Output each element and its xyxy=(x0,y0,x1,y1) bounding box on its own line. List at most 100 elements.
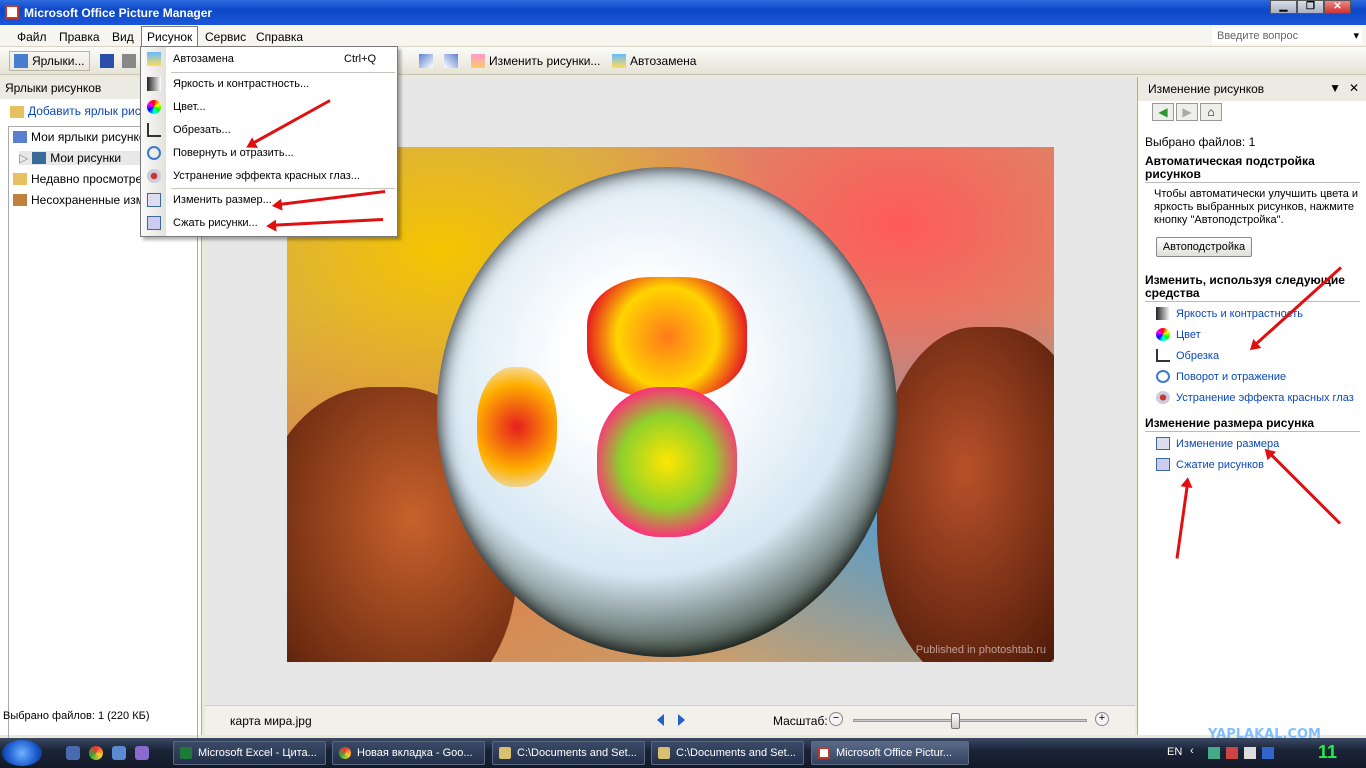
pictures-folder-icon xyxy=(32,152,47,164)
save-icon xyxy=(100,54,114,68)
menu-file[interactable]: Файл xyxy=(17,30,47,44)
menu-bar: Файл Правка Вид Рисунок Сервис Справка В… xyxy=(0,25,1366,47)
home-icon[interactable]: ⌂ xyxy=(1200,103,1222,121)
crystal-globe xyxy=(437,167,897,657)
expand-icon: ▷ xyxy=(19,151,29,165)
quicklaunch-icon[interactable] xyxy=(135,746,149,760)
link-label: Сжатие рисунков xyxy=(1176,458,1265,471)
menu-item-color[interactable]: Цвет... xyxy=(141,96,397,119)
tree-item-my-pictures[interactable]: ▷ Мои рисунки xyxy=(19,151,152,165)
menu-item-autocorrect[interactable]: Автозамена Ctrl+Q xyxy=(141,48,397,71)
unsaved-folder-icon xyxy=(13,194,27,206)
auto-adjust-description: Чтобы автоматически улучшить цвета и ярк… xyxy=(1154,188,1359,226)
panel-close-icon[interactable]: ✕ xyxy=(1349,81,1359,95)
maximize-button[interactable]: ❐ xyxy=(1297,0,1324,14)
flag-icon[interactable] xyxy=(1262,747,1274,759)
menu-item-label: Устранение эффекта красных глаз... xyxy=(173,170,360,182)
minimize-button[interactable]: ▁ xyxy=(1270,0,1297,14)
shortcuts-folder-icon xyxy=(13,131,27,143)
link-red-eye[interactable]: Устранение эффекта красных глаз xyxy=(1156,391,1354,404)
picture-image[interactable]: Published in photoshtab.ru xyxy=(287,147,1054,662)
print-icon xyxy=(122,54,136,68)
link-color[interactable]: Цвет xyxy=(1156,328,1201,341)
menu-picture[interactable]: Рисунок xyxy=(141,26,199,47)
link-rotate[interactable]: Поворот и отражение xyxy=(1156,370,1286,383)
panel-menu-icon[interactable]: ▼ xyxy=(1329,81,1341,95)
menu-item-rotate[interactable]: Повернуть и отразить... xyxy=(141,142,397,165)
task-folder-2[interactable]: C:\Documents and Set... xyxy=(651,741,804,765)
hand-right xyxy=(877,327,1054,662)
language-indicator[interactable]: EN xyxy=(1167,746,1182,758)
tray-expand-icon[interactable]: ‹ xyxy=(1190,745,1194,757)
resize-icon xyxy=(1156,437,1170,450)
rotate-right-button[interactable] xyxy=(440,51,462,71)
menu-item-label: Цвет... xyxy=(173,101,206,113)
tray-icon[interactable] xyxy=(1226,747,1238,759)
menu-item-label: Повернуть и отразить... xyxy=(173,147,294,159)
tree-item-my-shortcuts[interactable]: Мои ярлыки рисунков xyxy=(13,130,152,144)
clock[interactable]: 11 xyxy=(1318,742,1337,763)
rotate-icon xyxy=(147,146,161,160)
task-excel[interactable]: Microsoft Excel - Цита... xyxy=(173,741,326,765)
photo-watermark: Published in photoshtab.ru xyxy=(915,644,1046,656)
crop-icon xyxy=(1156,349,1170,362)
autocorrect-label: Автозамена xyxy=(630,54,697,68)
menu-item-shortcut: Ctrl+Q xyxy=(344,53,377,65)
edit-panel-header: Изменение рисунков ▼ ✕ xyxy=(1138,77,1366,101)
folder-icon xyxy=(10,105,24,118)
menu-item-crop[interactable]: Обрезать... xyxy=(141,119,397,142)
show-desktop-icon[interactable] xyxy=(66,746,80,760)
auto-adjust-heading: Автоматическая подстройка рисунков xyxy=(1145,155,1360,183)
start-button[interactable] xyxy=(2,740,42,766)
color-icon xyxy=(1156,328,1170,341)
link-crop[interactable]: Обрезка xyxy=(1156,349,1219,362)
back-icon[interactable]: ◀ xyxy=(1152,103,1174,121)
tray-icon[interactable] xyxy=(1244,747,1256,759)
ask-question-input[interactable]: Введите вопрос xyxy=(1212,28,1362,44)
rotate-left-button[interactable] xyxy=(415,51,437,71)
close-button[interactable]: ✕ xyxy=(1324,0,1351,14)
edit-pictures-button[interactable]: Изменить рисунки... xyxy=(467,51,604,71)
rotate-icon xyxy=(1156,370,1170,383)
red-eye-icon xyxy=(1156,391,1170,404)
autocorrect-icon xyxy=(147,52,161,66)
globe-land-europe xyxy=(587,277,747,397)
menu-help[interactable]: Справка xyxy=(256,30,303,44)
menu-item-red-eye[interactable]: Устранение эффекта красных глаз... xyxy=(141,165,397,188)
panel-navigation: ◀ ▶ ⌂ xyxy=(1152,103,1222,121)
tray-icon[interactable] xyxy=(1208,747,1220,759)
shortcuts-icon xyxy=(14,54,28,68)
task-label: C:\Documents and Set... xyxy=(676,747,796,759)
autocorrect-icon xyxy=(612,54,626,68)
menu-edit[interactable]: Правка xyxy=(59,30,100,44)
shortcuts-button[interactable]: Ярлыки... xyxy=(9,51,90,71)
selected-count: Выбрано файлов: 1 xyxy=(1145,135,1256,149)
quicklaunch-icon[interactable] xyxy=(112,746,126,760)
link-resize[interactable]: Изменение размера xyxy=(1156,437,1279,450)
link-compress[interactable]: Сжатие рисунков xyxy=(1156,458,1264,471)
resize-heading: Изменение размера рисунка xyxy=(1145,417,1360,432)
taskbar: Microsoft Excel - Цита... Новая вкладка … xyxy=(0,738,1366,768)
auto-adjust-button[interactable]: Автоподстройка xyxy=(1156,237,1252,257)
task-label: Microsoft Excel - Цита... xyxy=(198,747,317,759)
menu-item-brightness[interactable]: Яркость и контрастность... xyxy=(141,73,397,96)
link-label: Изменение размера xyxy=(1176,437,1280,450)
task-chrome[interactable]: Новая вкладка - Goo... xyxy=(332,741,485,765)
link-label: Обрезка xyxy=(1176,349,1220,362)
forward-icon[interactable]: ▶ xyxy=(1176,103,1198,121)
compress-icon xyxy=(1156,458,1170,471)
task-picture-manager[interactable]: Microsoft Office Pictur... xyxy=(811,741,969,765)
color-icon xyxy=(147,100,161,114)
globe-land-america xyxy=(477,367,557,487)
tree-item-label: Мои ярлыки рисунков xyxy=(31,130,152,144)
print-button[interactable] xyxy=(118,51,140,71)
autocorrect-button[interactable]: Автозамена xyxy=(608,51,700,71)
crop-icon xyxy=(147,123,161,137)
task-folder-1[interactable]: C:\Documents and Set... xyxy=(492,741,645,765)
save-button[interactable] xyxy=(96,51,118,71)
chrome-icon[interactable] xyxy=(89,746,103,760)
menu-tools[interactable]: Сервис xyxy=(205,30,246,44)
brightness-icon xyxy=(147,77,161,91)
excel-icon xyxy=(180,747,192,759)
menu-view[interactable]: Вид xyxy=(112,30,134,44)
